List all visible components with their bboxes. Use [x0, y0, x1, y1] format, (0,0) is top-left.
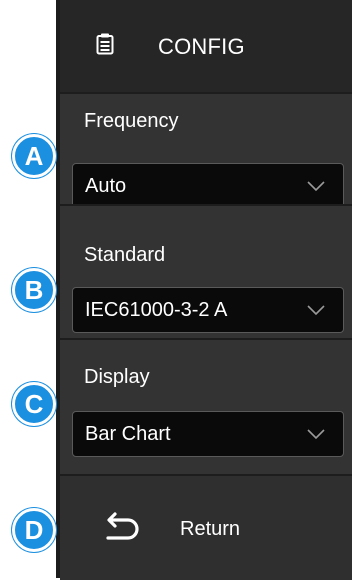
- display-value: Bar Chart: [85, 423, 171, 445]
- config-title: CONFIG: [158, 34, 245, 59]
- return-arrow-icon: [100, 512, 142, 547]
- display-section: Display Bar Chart: [60, 338, 352, 476]
- standard-label: Standard: [84, 244, 166, 266]
- frequency-section: Frequency Auto: [60, 92, 352, 209]
- config-header: CONFIG: [60, 0, 352, 92]
- chevron-down-icon: [307, 427, 325, 445]
- config-list-icon: [96, 33, 114, 60]
- frequency-value: Auto: [85, 175, 127, 197]
- chevron-down-icon: [307, 179, 325, 197]
- display-select[interactable]: Bar Chart: [72, 411, 344, 457]
- callout-badge-c: C: [12, 382, 56, 426]
- frequency-select[interactable]: Auto: [72, 163, 344, 209]
- return-label: Return: [180, 518, 241, 540]
- standard-select[interactable]: IEC61000-3-2 A: [72, 287, 344, 333]
- return-button[interactable]: Return: [60, 474, 352, 580]
- callout-badge-a: A: [12, 134, 56, 178]
- display-label: Display: [84, 366, 150, 388]
- standard-section: Standard IEC61000-3-2 A: [60, 204, 352, 340]
- standard-value: IEC61000-3-2 A: [85, 299, 228, 321]
- chevron-down-icon: [307, 303, 325, 321]
- callout-badge-d: D: [12, 508, 56, 552]
- frequency-label: Frequency: [84, 110, 179, 132]
- config-menu-panel: CONFIG Frequency Auto Standard IEC61000-…: [56, 0, 352, 580]
- callout-badge-b: B: [12, 268, 56, 312]
